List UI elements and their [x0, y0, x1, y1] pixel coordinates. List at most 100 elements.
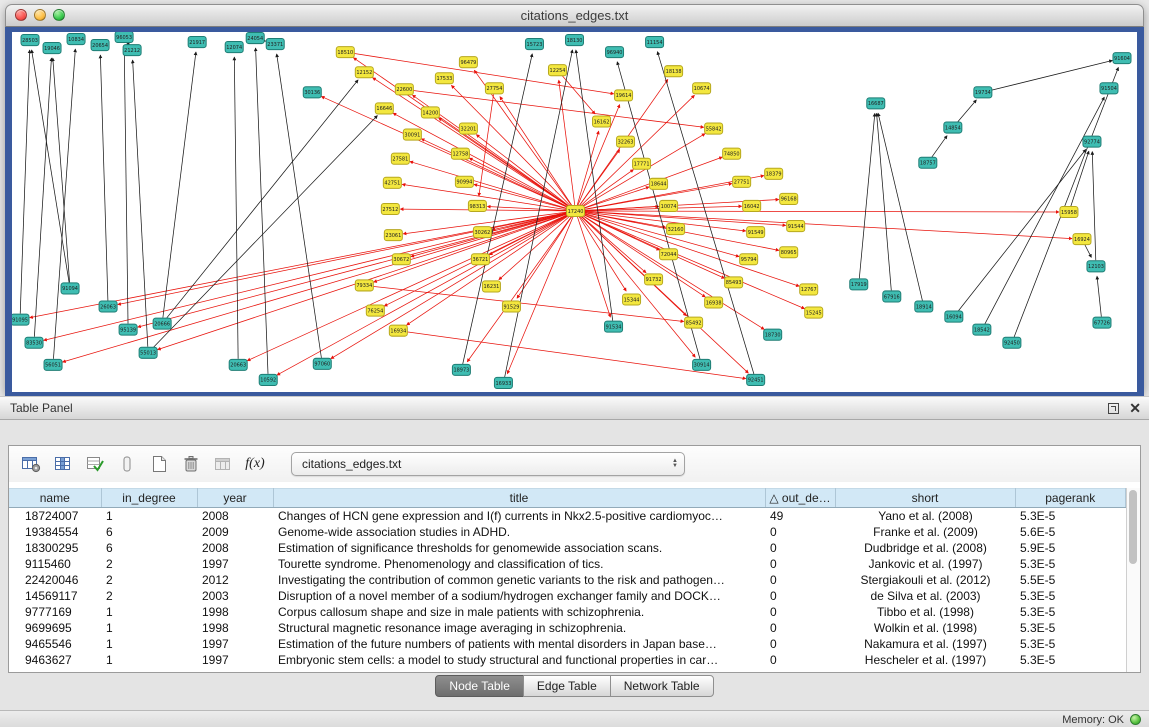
- graph-node[interactable]: 18138: [665, 66, 683, 77]
- graph-node[interactable]: 28503: [21, 35, 39, 46]
- graph-node[interactable]: 12254: [548, 65, 566, 76]
- graph-node[interactable]: 30091: [403, 129, 421, 140]
- graph-node[interactable]: 92450: [1003, 337, 1021, 348]
- table-row[interactable]: 1872400712008Changes of HCN gene express…: [9, 508, 1126, 525]
- graph-node[interactable]: 12767: [800, 284, 818, 295]
- table-row[interactable]: 1938455462009Genome-wide association stu…: [9, 524, 1126, 540]
- graph-node[interactable]: 27581: [391, 153, 409, 164]
- graph-node[interactable]: 92451: [747, 374, 765, 385]
- graph-node[interactable]: 95794: [740, 254, 758, 265]
- graph-node[interactable]: 17240: [566, 205, 584, 216]
- graph-node[interactable]: 91549: [747, 227, 765, 238]
- graph-node[interactable]: 79334: [355, 280, 373, 291]
- graph-node[interactable]: 95139: [119, 324, 137, 335]
- float-panel-icon[interactable]: [1108, 403, 1119, 414]
- graph-node[interactable]: 16042: [743, 200, 761, 211]
- graph-node[interactable]: 12758: [451, 148, 469, 159]
- graph-node[interactable]: 91534: [605, 321, 623, 332]
- graph-node[interactable]: 97060: [313, 358, 331, 369]
- graph-node[interactable]: 85493: [725, 277, 743, 288]
- graph-node[interactable]: 16924: [1073, 234, 1091, 245]
- graph-node[interactable]: 19046: [43, 43, 61, 54]
- graph-node[interactable]: 16231: [482, 281, 500, 292]
- graph-node[interactable]: 16938: [705, 297, 723, 308]
- graph-node[interactable]: 15344: [623, 294, 641, 305]
- graph-node[interactable]: 67726: [1093, 317, 1111, 328]
- graph-node[interactable]: 12074: [225, 42, 243, 53]
- graph-node[interactable]: 16687: [867, 98, 885, 109]
- graph-node[interactable]: 36721: [471, 254, 489, 265]
- graph-node[interactable]: 20663: [229, 359, 247, 370]
- graph-node[interactable]: 80965: [780, 247, 798, 258]
- table-row[interactable]: 1456911722003Disruption of a novel membe…: [9, 588, 1126, 604]
- graph-node[interactable]: 91529: [502, 301, 520, 312]
- column-header[interactable]: short: [835, 489, 1015, 508]
- graph-node[interactable]: 26063: [99, 301, 117, 312]
- graph-node[interactable]: 92774: [1083, 136, 1101, 147]
- graph-node[interactable]: 12103: [1087, 261, 1105, 272]
- graph-node[interactable]: 32263: [617, 136, 635, 147]
- graph-node[interactable]: 27751: [733, 176, 751, 187]
- graph-node[interactable]: 21212: [123, 45, 141, 56]
- column-header[interactable]: pagerank: [1015, 489, 1126, 508]
- column-icon[interactable]: [113, 451, 141, 477]
- tab-node-table[interactable]: Node Table: [435, 675, 524, 697]
- graph-node[interactable]: 16646: [375, 103, 393, 114]
- graph-node[interactable]: 96940: [606, 47, 624, 58]
- graph-node[interactable]: 18644: [650, 178, 668, 189]
- tab-edge-table[interactable]: Edge Table: [523, 675, 611, 697]
- graph-node[interactable]: 18542: [973, 324, 991, 335]
- graph-node[interactable]: 83530: [25, 337, 43, 348]
- column-header[interactable]: △ out_de…: [765, 489, 835, 508]
- graph-node[interactable]: 10592: [259, 374, 277, 385]
- graph-node[interactable]: 55842: [705, 123, 723, 134]
- graph-node[interactable]: 74850: [723, 148, 741, 159]
- graph-node[interactable]: 18510: [336, 47, 354, 58]
- close-panel-icon[interactable]: ✕: [1129, 401, 1141, 415]
- column-header[interactable]: year: [197, 489, 273, 508]
- table-row[interactable]: 969969511998Structural magnetic resonanc…: [9, 620, 1126, 636]
- graph-node[interactable]: 21917: [188, 37, 206, 48]
- graph-node[interactable]: 17533: [435, 73, 453, 84]
- graph-node[interactable]: 16094: [945, 311, 963, 322]
- graph-node[interactable]: 23061: [384, 230, 402, 241]
- graph-node[interactable]: 15958: [1060, 206, 1078, 217]
- graph-node[interactable]: 18130: [565, 35, 583, 46]
- column-header[interactable]: in_degree: [101, 489, 197, 508]
- graph-node[interactable]: 19614: [615, 90, 633, 101]
- graph-node[interactable]: 18757: [919, 157, 937, 168]
- graph-node[interactable]: 15245: [805, 307, 823, 318]
- delete-table-icon[interactable]: [209, 451, 237, 477]
- graph-node[interactable]: 16162: [593, 116, 611, 127]
- tab-network-table[interactable]: Network Table: [610, 675, 714, 697]
- graph-node[interactable]: 18730: [764, 329, 782, 340]
- graph-node[interactable]: 30914: [693, 359, 711, 370]
- show-columns-icon[interactable]: [49, 451, 77, 477]
- new-column-icon[interactable]: [145, 451, 173, 477]
- graph-node[interactable]: 17771: [633, 158, 651, 169]
- graph-node[interactable]: 18379: [765, 168, 783, 179]
- graph-node[interactable]: 96168: [780, 193, 798, 204]
- graph-node[interactable]: 11154: [646, 37, 664, 48]
- graph-node[interactable]: 32160: [667, 224, 685, 235]
- graph-node[interactable]: 32201: [459, 123, 477, 134]
- graph-node[interactable]: 30136: [303, 87, 321, 98]
- graph-node[interactable]: 16934: [389, 325, 407, 336]
- graph-node[interactable]: 10074: [660, 200, 678, 211]
- table-row[interactable]: 911546021997Tourette syndrome. Phenomeno…: [9, 556, 1126, 572]
- graph-node[interactable]: 10834: [67, 34, 85, 45]
- graph-node[interactable]: 72044: [660, 249, 678, 260]
- delete-columns-icon[interactable]: [177, 451, 205, 477]
- graph-node[interactable]: 30262: [473, 227, 491, 238]
- table-row[interactable]: 946362711997Embryonic stem cells: a mode…: [9, 652, 1126, 668]
- graph-node[interactable]: 18973: [452, 364, 470, 375]
- graph-node[interactable]: 56051: [44, 359, 62, 370]
- graph-node[interactable]: 20666: [153, 318, 171, 329]
- graph-node[interactable]: 76254: [366, 305, 384, 316]
- graph-node[interactable]: 91504: [1100, 83, 1118, 94]
- graph-node[interactable]: 22600: [395, 84, 413, 95]
- graph-node[interactable]: 14854: [944, 122, 962, 133]
- graph-node[interactable]: 91604: [1113, 53, 1131, 64]
- table-mode-icon[interactable]: [17, 451, 45, 477]
- graph-node[interactable]: 67916: [883, 291, 901, 302]
